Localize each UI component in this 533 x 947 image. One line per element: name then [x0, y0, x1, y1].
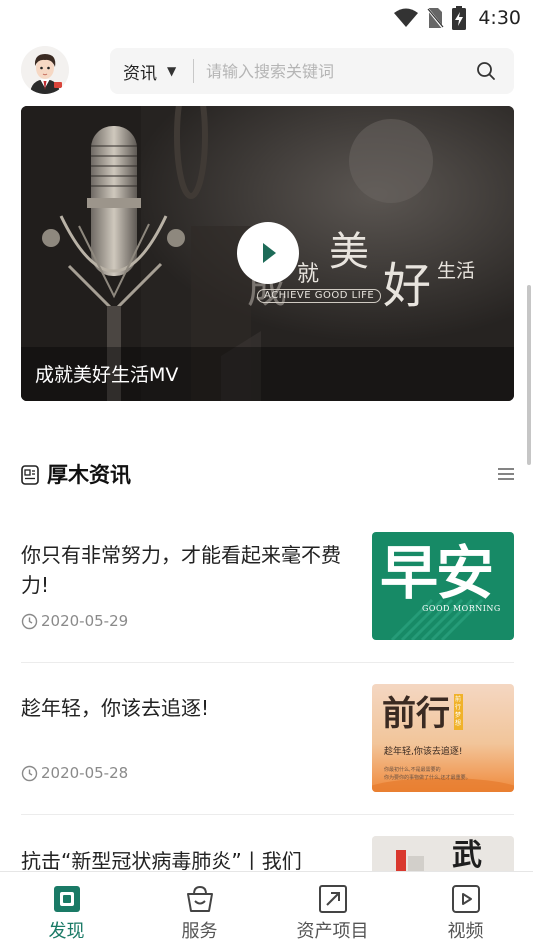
search-category-dropdown[interactable]: 资讯 ▼: [123, 48, 176, 94]
thumb-title: 前行: [382, 694, 450, 734]
news-date-text: 2020-05-29: [41, 612, 129, 630]
tab-service[interactable]: 服务: [133, 872, 266, 947]
tab-video[interactable]: 视频: [399, 872, 532, 947]
search-category-label: 资讯: [123, 63, 157, 84]
tab-label: 服务: [181, 921, 218, 942]
slogan-char-4: 好: [383, 258, 432, 314]
caret-down-icon: ▼: [167, 64, 177, 78]
news-divider: [21, 814, 514, 815]
top-header: 资讯 ▼: [0, 36, 533, 104]
asset-project-icon: [318, 885, 347, 913]
tab-label: 发现: [48, 921, 85, 942]
slogan-subtitle: ACHIEVE GOOD LIFE: [257, 289, 382, 303]
play-icon: [263, 243, 276, 263]
slogan-char-5: 生活: [437, 260, 476, 282]
thumb-title: 武: [452, 838, 482, 873]
play-button[interactable]: [237, 222, 299, 284]
section-title: 厚木资讯: [47, 463, 131, 487]
wuhan-thumb-art: [372, 836, 514, 876]
thumb-subtitle: 趁年轻,你该去追逐!: [384, 747, 463, 757]
slogan-char-2: 就: [297, 262, 320, 287]
news-date: 2020-05-28: [21, 764, 128, 782]
status-bar: 4:30: [0, 0, 533, 36]
news-thumbnail: 早安 GOOD MORNING: [372, 532, 514, 640]
scrollbar[interactable]: [527, 285, 531, 465]
user-avatar-icon: [21, 46, 69, 94]
menu-icon[interactable]: [498, 467, 514, 481]
thumb-subtitle: GOOD MORNING: [422, 604, 501, 613]
thumb-fine-print: 你最初什么,不是最需要的: [384, 767, 441, 773]
thumb-fine-print: 你为要你的事物做了什么,还才最重要。: [384, 775, 471, 781]
no-sim-icon: [426, 7, 445, 29]
battery-charging-icon: [452, 6, 467, 30]
news-doc-icon: [21, 465, 39, 485]
thumb-tag: 前行梦想: [454, 694, 463, 730]
search-bar: 资讯 ▼: [110, 48, 514, 94]
news-date-text: 2020-05-28: [41, 764, 129, 782]
banner-caption: 成就美好生活MV: [35, 364, 179, 386]
tab-label: 资产项目: [296, 921, 369, 942]
thumb-title: 早安: [380, 539, 494, 607]
news-headline: 你只有非常努力，才能看起来毫不费力!: [21, 543, 341, 597]
wifi-icon: [394, 8, 419, 27]
search-divider: [193, 59, 194, 83]
avatar[interactable]: [21, 46, 69, 94]
news-item[interactable]: 你只有非常努力，才能看起来毫不费力! 2020-05-29 早安 GOOD MO…: [21, 532, 514, 663]
clock-text: 4:30: [478, 7, 521, 29]
news-thumbnail: 武: [372, 836, 514, 876]
discover-icon: [53, 886, 80, 912]
service-basket-icon: [186, 885, 213, 912]
news-date: 2020-05-29: [21, 612, 128, 630]
tab-label: 视频: [447, 921, 484, 942]
clock-icon: [21, 765, 38, 781]
search-input[interactable]: [206, 56, 466, 86]
video-play-icon: [451, 885, 480, 913]
bottom-tab-bar: 发现 服务 资产项目 视频: [0, 871, 533, 947]
news-headline: 趁年轻，你该去追逐!: [21, 696, 210, 720]
news-divider: [21, 662, 514, 663]
tab-discover[interactable]: 发现: [0, 872, 133, 947]
search-icon[interactable]: [476, 61, 496, 81]
news-thumbnail: 前行 前行梦想 趁年轻,你该去追逐! 你最初什么,不是最需要的 你为要你的事物做…: [372, 684, 514, 792]
video-banner[interactable]: 成 就 美 好 生活 ACHIEVE GOOD LIFE 成就美好生活MV: [21, 106, 514, 401]
slogan-char-3: 美: [329, 229, 369, 275]
tab-asset-projects[interactable]: 资产项目: [266, 872, 399, 947]
clock-icon: [21, 613, 38, 629]
news-item[interactable]: 趁年轻，你该去追逐! 2020-05-28 前行 前行梦想 趁年轻,你该去追逐!…: [21, 684, 514, 816]
news-section-header: 厚木资讯: [21, 455, 514, 495]
